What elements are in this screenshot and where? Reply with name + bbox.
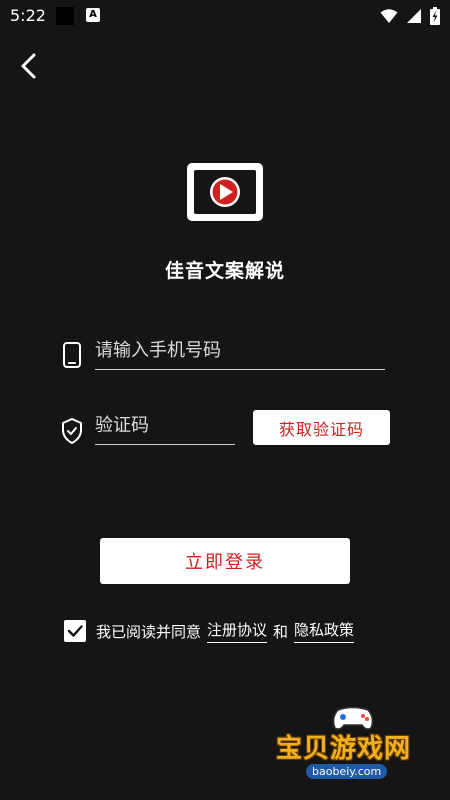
phone-input[interactable] [95,332,385,370]
video-play-icon [187,163,263,221]
app-title: 佳音文案解说 [164,260,285,282]
get-code-button[interactable]: 获取验证码 [253,410,390,445]
agreement-and: 和 [273,622,289,641]
shield-icon [60,417,84,445]
privacy-policy-link[interactable]: 隐私政策 [294,619,355,643]
status-time: 5:22 [10,6,46,25]
agreement-prefix: 我已阅读并同意 [96,622,202,641]
status-a-badge: A [86,8,100,22]
watermark-title: 宝贝游戏网 [276,734,412,764]
phone-icon [60,341,84,369]
agree-checkbox[interactable] [64,620,86,642]
app-logo [187,163,263,221]
agreement-row: 我已阅读并同意 注册协议 和 隐私政策 [64,617,360,645]
back-button[interactable] [12,48,44,84]
signal-icon [407,9,421,23]
wifi-icon [380,9,398,23]
status-icons [380,6,440,26]
register-agreement-link[interactable]: 注册协议 [207,619,268,643]
status-bar: 5:22 A [0,0,450,32]
notification-square-icon [56,7,74,25]
watermark: 宝贝游戏网 baobeiy.com [270,700,440,790]
login-button[interactable]: 立即登录 [100,538,350,584]
battery-icon [430,7,440,25]
checkmark-icon [67,625,83,637]
verification-code-input[interactable] [95,407,235,445]
watermark-url: baobeiy.com [306,764,388,779]
chevron-left-icon [21,53,36,79]
